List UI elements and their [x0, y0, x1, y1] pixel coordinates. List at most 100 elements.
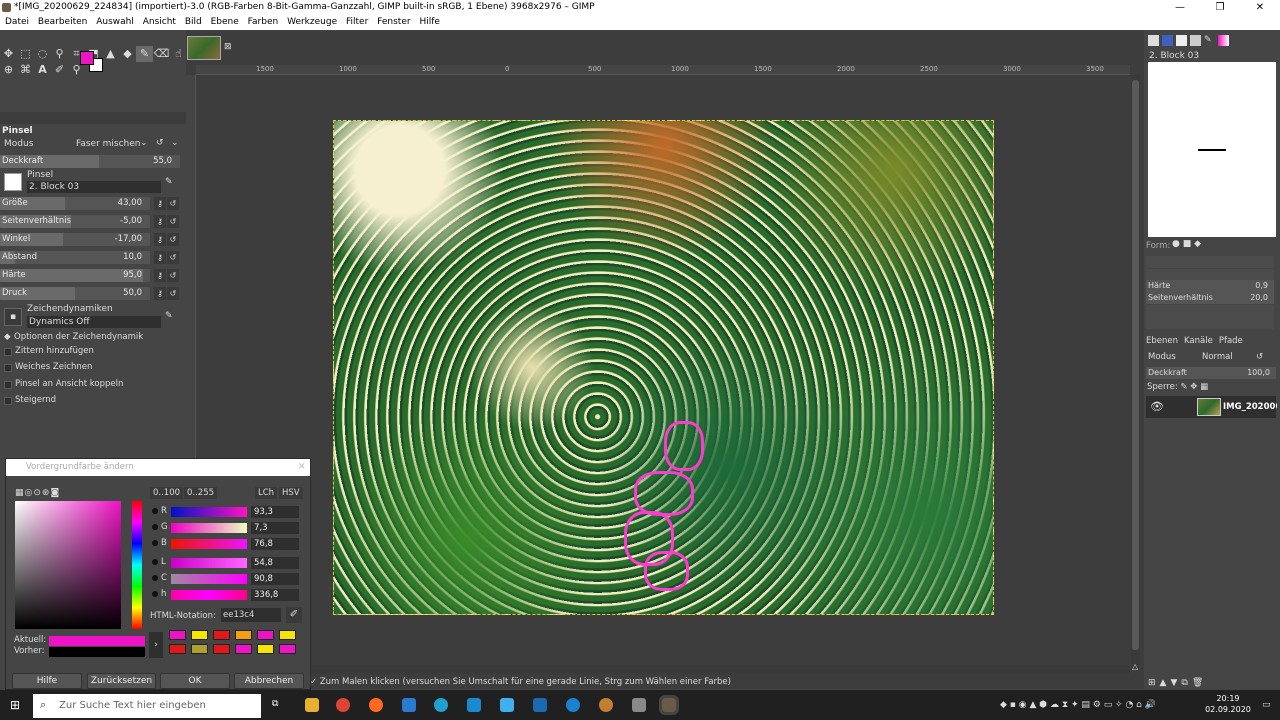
channel-radio[interactable]: [152, 591, 158, 597]
notification-icon[interactable]: ▭: [1262, 700, 1271, 710]
explorer-icon[interactable]: [305, 698, 319, 712]
menu-hilfe[interactable]: Hilfe: [419, 17, 439, 27]
taskbar-clock[interactable]: 20:19 02.09.2020: [1200, 693, 1256, 715]
raise-layer-icon[interactable]: ▲: [1160, 678, 1171, 688]
menu-werkzeuge[interactable]: Werkzeuge: [287, 17, 337, 27]
eraser-icon[interactable]: ⌫: [153, 46, 170, 62]
brush-slider[interactable]: Abstand 10,0: [0, 251, 150, 264]
menu-ansicht[interactable]: Ansicht: [143, 17, 176, 27]
image-tab-thumbnail[interactable]: [187, 36, 221, 60]
lower-layer-icon[interactable]: ▼: [1170, 678, 1181, 688]
channel-value-input[interactable]: 93,3: [251, 506, 299, 518]
color-history-swatch[interactable]: [213, 644, 230, 654]
dynamics-options-expander[interactable]: Optionen der Zeichendynamik: [14, 332, 143, 342]
text-tool-icon[interactable]: A: [34, 62, 51, 78]
menu-filter[interactable]: Filter: [346, 17, 368, 27]
gimp-selector-icon[interactable]: ▦◎⊙⊛◙: [15, 488, 60, 498]
color-history-swatch[interactable]: [213, 630, 230, 640]
brush-slider[interactable]: Seitenverhältnis -5,00: [0, 215, 150, 228]
channel-slider[interactable]: [171, 558, 247, 568]
gimp-taskbar-icon[interactable]: [659, 695, 679, 715]
reset-icon[interactable]: ↺: [167, 233, 179, 246]
color-picker-icon[interactable]: ✐: [51, 62, 68, 78]
color-history-swatch[interactable]: [191, 630, 208, 640]
color-history-swatch[interactable]: [235, 630, 252, 640]
cancel-button[interactable]: Abbrechen: [234, 673, 304, 689]
link-icon[interactable]: ⚷: [154, 197, 166, 210]
channel-radio[interactable]: [152, 508, 158, 514]
gradient-tab-icon[interactable]: [1218, 35, 1229, 46]
channel-slider[interactable]: [171, 539, 247, 549]
param-row[interactable]: [1146, 305, 1274, 317]
close-image-tab-icon[interactable]: ⊠: [224, 42, 232, 52]
windows-start-icon[interactable]: ⊞: [10, 698, 20, 712]
hue-slider[interactable]: [132, 501, 142, 629]
mode-select[interactable]: Faser mischen: [76, 139, 148, 149]
layer-opacity-slider[interactable]: Deckkraft 100,0: [1146, 367, 1276, 379]
taskbar-search[interactable]: Zur Suche Text hier eingeben: [33, 694, 261, 718]
edit-dynamics-icon[interactable]: ✎: [165, 311, 173, 321]
vertical-scrollbar[interactable]: [1131, 75, 1140, 665]
edit-brush-icon[interactable]: ✎: [165, 177, 173, 187]
dynamics-icon[interactable]: ▪: [4, 308, 22, 326]
foreground-color-swatch[interactable]: [80, 51, 94, 65]
horizontal-ruler[interactable]: 1500100050005001000150020002500300035004…: [196, 65, 1270, 75]
param-ratio[interactable]: Seitenverhältnis 20,0: [1146, 292, 1274, 304]
chevron-down-icon[interactable]: ⌄: [171, 138, 179, 148]
color-history-swatch[interactable]: [279, 630, 296, 640]
app-icon[interactable]: [500, 698, 514, 712]
hsv-button[interactable]: HSV: [279, 487, 303, 499]
app-icon[interactable]: [599, 698, 613, 712]
reset-icon[interactable]: ↺: [167, 251, 179, 264]
expander-icon[interactable]: ◆: [4, 332, 11, 342]
move-tool-icon[interactable]: ✥: [0, 46, 17, 62]
reset-button[interactable]: Zurücksetzen: [87, 673, 156, 689]
color-history-swatch[interactable]: [169, 630, 186, 640]
menu-ebene[interactable]: Ebene: [211, 17, 239, 27]
smudge-icon[interactable]: ☝: [170, 46, 187, 62]
store-icon[interactable]: [533, 698, 547, 712]
chrome-icon[interactable]: [336, 698, 350, 712]
link-icon[interactable]: ⚷: [154, 287, 166, 300]
delete-layer-icon[interactable]: 🗑: [1192, 678, 1207, 688]
reset-mode-icon[interactable]: ↺: [156, 138, 164, 148]
menu-fenster[interactable]: Fenster: [377, 17, 410, 27]
help-button[interactable]: Hilfe: [12, 673, 82, 689]
link-icon[interactable]: ⚷: [154, 251, 166, 264]
tray-icons[interactable]: ◆ ▪ ◉ ▲ ⬢ ☁ ⧗ ✦ ▤ ⚙ ▭ ✧ ◔ ⌂ 🔊: [1000, 700, 1156, 710]
image-canvas[interactable]: [333, 120, 994, 615]
color-history-swatch[interactable]: [257, 630, 274, 640]
param-row[interactable]: [1146, 256, 1274, 268]
channel-radio[interactable]: [152, 540, 158, 546]
app-icon[interactable]: [434, 698, 448, 712]
edge-icon[interactable]: [566, 698, 580, 712]
brush-slider[interactable]: Winkel -17,00: [0, 233, 150, 246]
lch-button[interactable]: LCh: [255, 487, 278, 499]
brush-slider[interactable]: Härte 95,0: [0, 269, 150, 282]
brushes-tab-icon[interactable]: [1148, 35, 1159, 46]
checkbox-incremental[interactable]: [4, 397, 12, 405]
clone-icon[interactable]: ⊕: [0, 62, 17, 78]
brush-preview-icon[interactable]: [4, 173, 22, 191]
firefox-icon[interactable]: [369, 698, 383, 712]
reset-icon[interactable]: ↺: [167, 197, 179, 210]
channel-value-input[interactable]: 336,8: [251, 589, 299, 601]
menu-auswahl[interactable]: Auswahl: [96, 17, 134, 27]
channel-slider[interactable]: [171, 574, 247, 584]
reset-icon[interactable]: ↺: [167, 269, 179, 282]
dialog-close-icon[interactable]: ✕: [298, 462, 306, 472]
range-0-255-button[interactable]: 0..255: [184, 487, 218, 499]
app-icon[interactable]: [467, 698, 481, 712]
paintbrush-icon[interactable]: ✎: [136, 46, 153, 62]
color-history-swatch[interactable]: [169, 644, 186, 654]
warp-icon[interactable]: ▲: [102, 46, 119, 62]
bucket-fill-icon[interactable]: ◆: [119, 46, 136, 62]
close-button[interactable]: ✕: [1240, 0, 1280, 15]
color-history-swatch[interactable]: [257, 644, 274, 654]
layer-mode-select[interactable]: Normal: [1202, 352, 1233, 362]
checkbox-smooth[interactable]: [4, 364, 12, 372]
opacity-slider[interactable]: Deckkraft 55,0: [0, 155, 180, 168]
eyedropper-icon[interactable]: ✐: [286, 607, 302, 623]
channel-radio[interactable]: [152, 559, 158, 565]
chevron-down-icon[interactable]: ⌄: [140, 138, 148, 148]
